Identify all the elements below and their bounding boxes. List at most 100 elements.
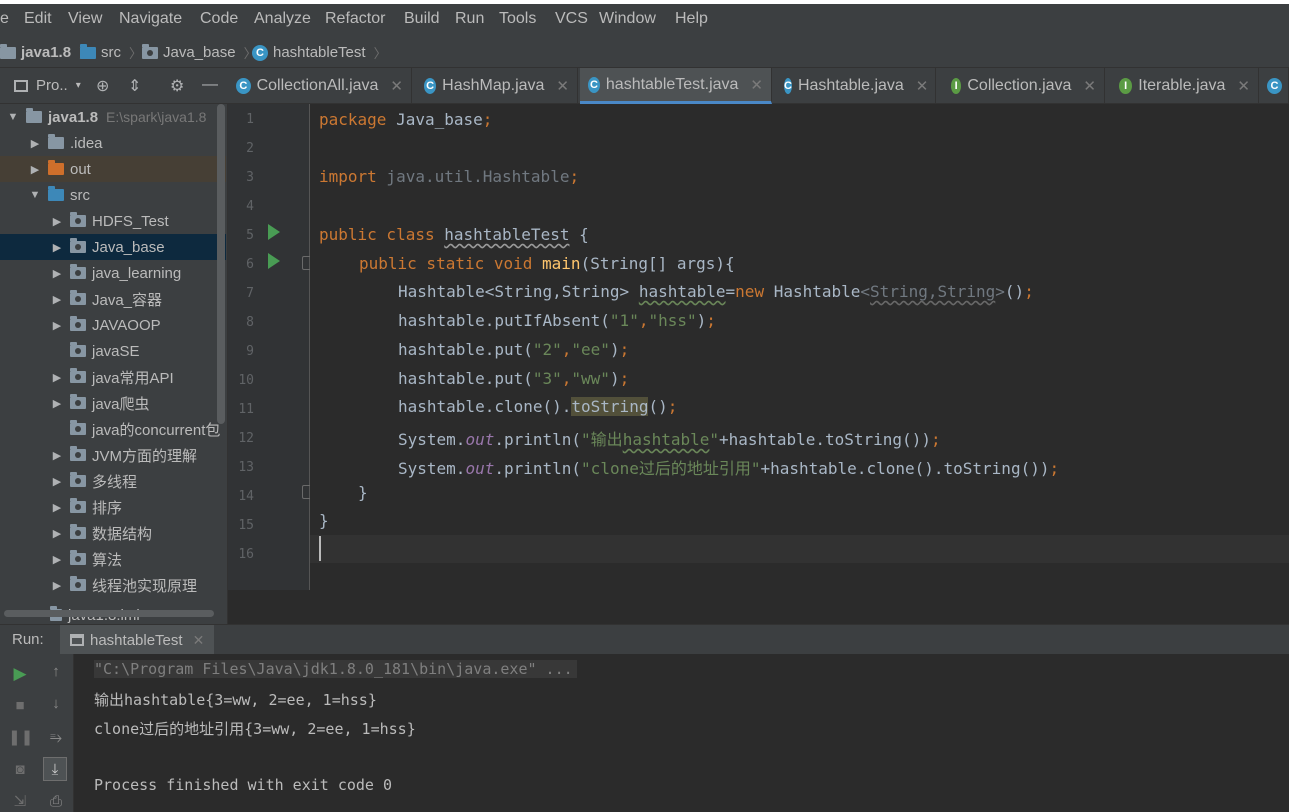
tree-item-package[interactable]: ▶ 多线程 xyxy=(0,468,226,494)
run-tab-label: hashtableTest xyxy=(90,631,183,649)
tab-collection[interactable]: I Collection.java ✕ xyxy=(943,68,1105,104)
close-icon[interactable]: ✕ xyxy=(750,76,763,94)
tree-label: javaSE xyxy=(92,342,140,360)
tree-item-package[interactable]: javaSE xyxy=(0,338,226,364)
close-icon[interactable]: ✕ xyxy=(556,77,569,95)
close-icon[interactable]: ✕ xyxy=(916,77,929,95)
run-console[interactable]: "C:\Program Files\Java\jdk1.8.0_181\bin\… xyxy=(74,654,1289,812)
soft-wrap-icon[interactable]: ⥱ xyxy=(44,726,68,750)
menu-refactor[interactable]: Refactor xyxy=(325,10,385,28)
rerun-icon[interactable]: ▶ xyxy=(8,662,32,686)
breadcrumb-item-class[interactable]: C hashtableTest 〉 xyxy=(252,43,387,62)
tree-item-package[interactable]: ▶ JAVAOOP xyxy=(0,312,226,338)
pause-icon[interactable]: ❚❚ xyxy=(8,726,33,750)
call: hashtable.put( xyxy=(398,340,533,359)
breadcrumb-item-package[interactable]: Java_base 〉 xyxy=(142,43,257,62)
close-icon[interactable]: ✕ xyxy=(1083,77,1096,95)
tree-item-package[interactable]: ▶ JVM方面的理解 xyxy=(0,442,226,468)
run-class-icon[interactable] xyxy=(268,224,280,240)
scroll-to-end-icon[interactable]: ⤓ xyxy=(43,757,67,781)
tree-item-package[interactable]: ▶ 数据结构 xyxy=(0,520,226,546)
breadcrumb-item-src[interactable]: src 〉 xyxy=(80,43,142,62)
code-line: public class hashtableTest { xyxy=(319,225,589,244)
menu-analyze[interactable]: Analyze xyxy=(254,10,311,28)
tree-label: 多线程 xyxy=(92,473,138,491)
arrow-up-icon[interactable]: ↑ xyxy=(44,660,68,684)
tab-hashmap[interactable]: C HashMap.java ✕ xyxy=(416,68,578,104)
breadcrumb-item-project[interactable]: java1.8〉 xyxy=(0,43,92,62)
tree-item-package[interactable]: ▶ java常用API xyxy=(0,364,226,390)
arrow-down-icon[interactable]: ↓ xyxy=(44,692,68,716)
tree-item-package[interactable]: ▶ 算法 xyxy=(0,546,226,572)
tree-item-package-selected[interactable]: ▶ Java_base xyxy=(0,234,226,260)
call: hashtable.putIfAbsent( xyxy=(398,311,610,330)
tree-item-package[interactable]: ▶ java_learning xyxy=(0,260,226,286)
run-tab-hashtabletest[interactable]: hashtableTest ✕ xyxy=(60,625,215,655)
locate-target-icon[interactable]: ⊕ xyxy=(96,76,109,96)
tree-item-idea[interactable]: ▶ .idea xyxy=(0,130,226,156)
tree-item-package[interactable]: ▶ Java_容器 xyxy=(0,286,226,312)
close-icon[interactable]: ✕ xyxy=(193,632,205,649)
keyword: new xyxy=(735,282,765,301)
tree-item-src[interactable]: ▼ src xyxy=(0,182,226,208)
run-main-icon[interactable] xyxy=(268,253,280,269)
tab-overflow[interactable]: C xyxy=(1261,68,1289,104)
login-icon[interactable]: ⇲ xyxy=(8,790,32,812)
menu-help[interactable]: Help xyxy=(675,10,708,28)
module-folder-icon xyxy=(0,43,16,59)
type: Hashtable<String,String> xyxy=(398,282,639,301)
tree-label: java_learning xyxy=(92,264,182,282)
punctuation: { xyxy=(569,225,589,244)
console-line: Process finished with exit code 0 xyxy=(94,776,393,794)
camera-icon[interactable]: ◙ xyxy=(8,758,32,782)
tree-item-java1.8[interactable]: ▼ java1.8 E:\spark\java1.8 xyxy=(0,104,226,130)
tree-item-package[interactable]: ▶ java爬虫 xyxy=(0,390,226,416)
stop-icon[interactable]: ■ xyxy=(8,694,32,718)
gear-icon[interactable]: ⚙ xyxy=(170,76,184,96)
tab-iterable[interactable]: I Iterable.java ✕ xyxy=(1111,68,1259,104)
hide-panel-icon[interactable]: — xyxy=(202,76,218,94)
tab-label: Iterable.java xyxy=(1138,77,1226,94)
string: "ee" xyxy=(571,340,610,359)
menu-view[interactable]: View xyxy=(68,10,102,28)
menu-run[interactable]: Run xyxy=(455,10,484,28)
console-line: 输出hashtable{3=ww, 2=ee, 1=hss} xyxy=(94,691,377,709)
menu-edit[interactable]: Edit xyxy=(24,10,52,28)
line-number: 11 xyxy=(238,402,254,417)
menu-code[interactable]: Code xyxy=(200,10,238,28)
class-icon: C xyxy=(784,78,792,94)
collapsed-arrow-icon: ▶ xyxy=(52,553,62,566)
interface-icon: I xyxy=(951,78,962,94)
tree-item-package[interactable]: ▶ HDFS_Test xyxy=(0,208,226,234)
menu-window[interactable]: Window xyxy=(599,10,656,28)
string: "输出 xyxy=(581,430,623,449)
menu-navigate[interactable]: Navigate xyxy=(119,10,182,28)
code-editor[interactable]: package Java_base; import java.util.Hash… xyxy=(310,104,1289,590)
tree-item-package[interactable]: java的concurrent包 xyxy=(0,416,226,442)
menu-vcs[interactable]: VCS xyxy=(555,10,588,28)
package-icon xyxy=(70,238,86,253)
code-line: System.out.println("clone过后的地址引用"+hashta… xyxy=(398,455,1059,479)
punctuation: ) xyxy=(696,311,707,330)
close-icon[interactable]: ✕ xyxy=(390,77,403,95)
menu-file[interactable]: e xyxy=(0,10,9,28)
project-tree-scrollbar[interactable] xyxy=(217,104,225,424)
project-tree-horizontal-scrollbar[interactable] xyxy=(4,610,214,617)
package-icon xyxy=(70,576,86,591)
tab-hashtabletest[interactable]: C hashtableTest.java ✕ xyxy=(580,68,772,104)
tree-item-package[interactable]: ▶ 线程池实现原理 xyxy=(0,572,226,598)
tree-item-out[interactable]: ▶ out xyxy=(0,156,226,182)
close-icon[interactable]: ✕ xyxy=(1237,77,1250,95)
tree-label: Java_base xyxy=(92,238,165,256)
tree-item-package[interactable]: ▶ 排序 xyxy=(0,494,226,520)
collapse-all-icon[interactable]: ⇕ xyxy=(128,76,141,96)
print-icon[interactable]: ⎙ xyxy=(44,790,68,812)
project-view-selector[interactable]: Pro.. ▾ xyxy=(14,77,81,94)
menu-build[interactable]: Build xyxy=(404,10,440,28)
menu-tools[interactable]: Tools xyxy=(499,10,536,28)
line-number: 6 xyxy=(246,257,254,272)
tab-collectionall[interactable]: C CollectionAll.java ✕ xyxy=(228,68,412,104)
tab-hashtable[interactable]: C Hashtable.java ✕ xyxy=(776,68,936,104)
package-icon xyxy=(142,43,158,59)
call: .println( xyxy=(494,459,582,478)
